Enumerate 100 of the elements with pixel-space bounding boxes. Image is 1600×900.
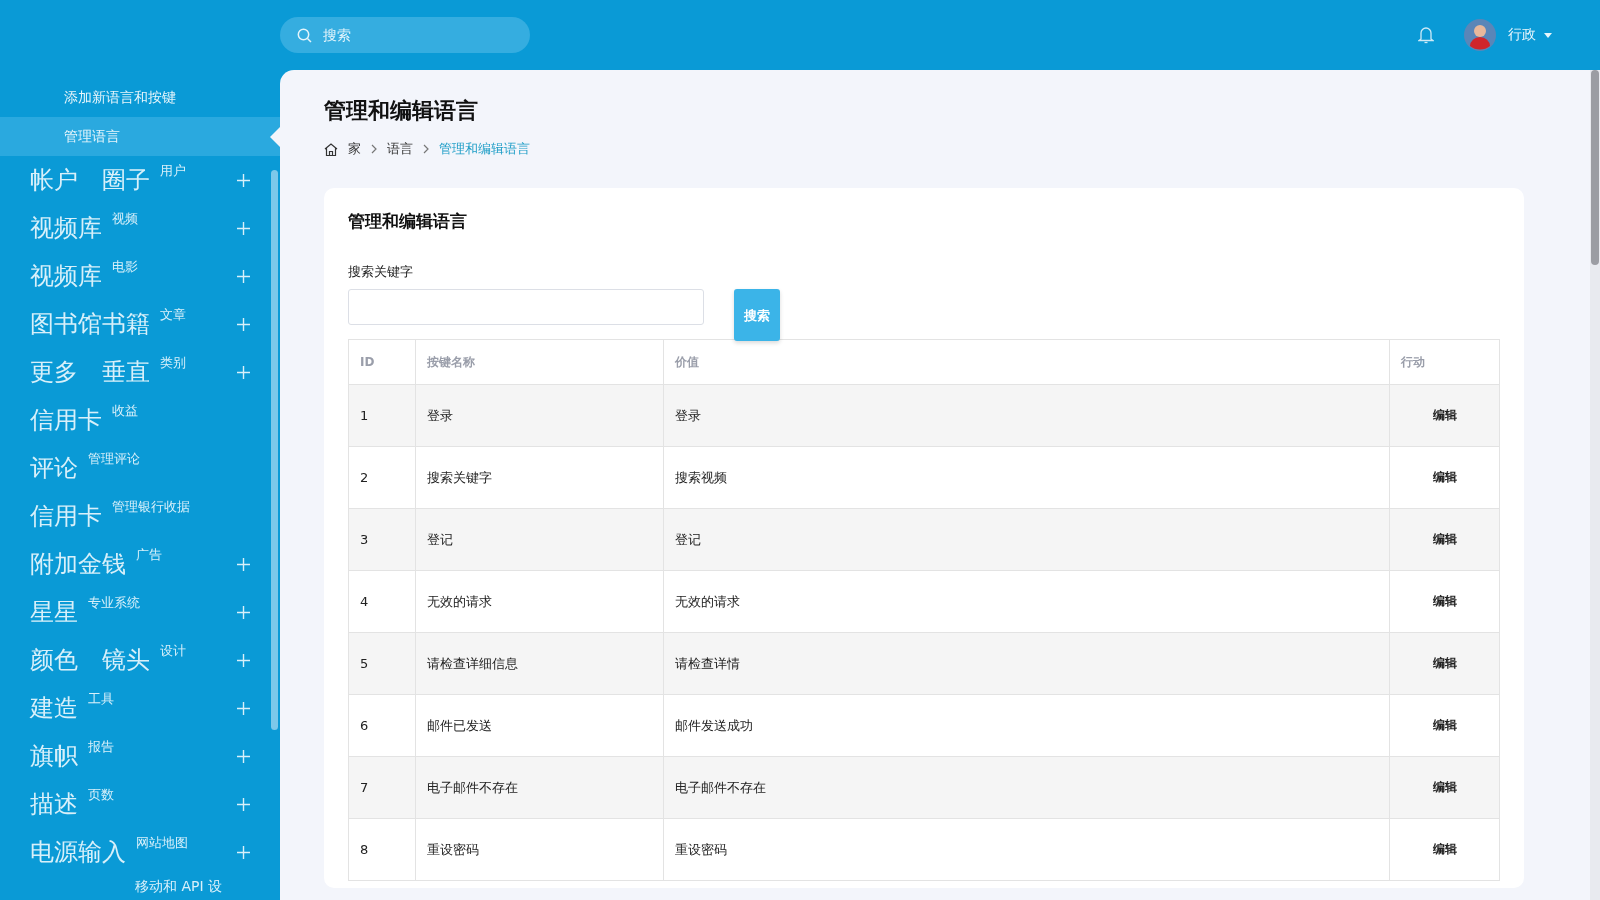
home-icon[interactable]: [324, 142, 338, 156]
column-header: 价值: [663, 339, 1390, 385]
menu-item-caption: 视频: [112, 210, 138, 228]
menu-item-caption: 收益: [112, 402, 138, 420]
breadcrumb-link[interactable]: 管理和编辑语言: [439, 140, 530, 158]
menu-item-caption: 工具: [88, 690, 114, 708]
user-menu[interactable]: 行政: [1508, 26, 1552, 44]
table-cell: 电子邮件不存在: [415, 756, 664, 819]
menu-item-caption: 类别: [160, 354, 187, 372]
table-cell: 5: [348, 632, 416, 695]
column-header: ID: [348, 339, 416, 385]
search-field[interactable]: 搜索: [280, 17, 530, 53]
menu-item[interactable]: 旗帜: [30, 740, 78, 772]
menu-item-caption: 页数: [88, 786, 114, 804]
table-cell: 登录: [415, 384, 664, 447]
column-header: 行动: [1389, 339, 1500, 385]
table-cell: 电子邮件不存在: [663, 756, 1390, 819]
breadcrumb-link[interactable]: 家: [348, 140, 361, 158]
edit-link[interactable]: 编辑: [1432, 780, 1457, 794]
card-title: 管理和编辑语言: [348, 210, 468, 233]
caret-icon: [1544, 32, 1552, 38]
edit-link[interactable]: 编辑: [1432, 718, 1457, 732]
page-title: 管理和编辑语言: [324, 97, 479, 125]
table-cell: 登记: [415, 508, 664, 571]
expand-icon[interactable]: [237, 173, 250, 187]
expand-icon[interactable]: [237, 557, 250, 571]
menu-item-caption: 报告: [88, 738, 114, 756]
breadcrumb-link[interactable]: 语言: [387, 140, 413, 158]
table-cell: 7: [348, 756, 416, 819]
submenu-item[interactable]: 移动和 API 设: [135, 878, 223, 894]
menu-item-caption: 电影: [112, 258, 138, 276]
edit-link[interactable]: 编辑: [1432, 656, 1457, 670]
table-cell: 请检查详细信息: [415, 632, 664, 695]
submenu-item[interactable]: 添加新语言和按键: [0, 78, 280, 117]
menu-item[interactable]: 星星: [30, 596, 78, 628]
avatar[interactable]: [1464, 19, 1496, 51]
menu-item[interactable]: 更多 垂直: [30, 356, 151, 388]
menu-item[interactable]: 信用卡: [30, 500, 102, 532]
table-cell: 1: [348, 384, 416, 447]
table-cell: 邮件发送成功: [663, 694, 1390, 757]
edit-link[interactable]: 编辑: [1432, 842, 1457, 856]
menu-item[interactable]: 颜色 镜头: [30, 644, 151, 676]
table-cell: 邮件已发送: [415, 694, 664, 757]
table-cell: 2: [348, 446, 416, 509]
menu-item[interactable]: 图书馆书籍: [30, 308, 150, 340]
keyword-input[interactable]: [348, 289, 704, 325]
column-header: 按键名称: [415, 339, 664, 385]
submenu-item[interactable]: 管理语言: [0, 117, 280, 156]
expand-icon[interactable]: [237, 605, 250, 619]
edit-link[interactable]: 编辑: [1432, 532, 1457, 546]
scrollbar[interactable]: [1591, 70, 1599, 265]
table-cell: 8: [348, 818, 416, 881]
table-cell: 3: [348, 508, 416, 571]
menu-item[interactable]: 附加金钱: [30, 548, 126, 580]
menu-item-caption: 设计: [160, 642, 187, 660]
expand-icon[interactable]: [237, 845, 250, 859]
table-cell: 搜索关键字: [415, 446, 664, 509]
expand-icon[interactable]: [237, 749, 250, 763]
menu-item-caption: 管理评论: [88, 450, 140, 468]
menu-item-caption: 网站地图: [136, 834, 188, 852]
table-cell: 登录: [663, 384, 1390, 447]
chevron-icon: [371, 144, 377, 154]
expand-icon[interactable]: [237, 269, 250, 283]
expand-icon[interactable]: [237, 653, 250, 667]
table-cell: 4: [348, 570, 416, 633]
menu-item-caption: 专业系统: [88, 594, 140, 612]
menu-item[interactable]: 描述: [30, 788, 78, 820]
menu-item[interactable]: 电源输入: [30, 836, 126, 868]
expand-icon[interactable]: [237, 221, 250, 235]
expand-icon[interactable]: [237, 365, 250, 379]
table-cell: 无效的请求: [415, 570, 664, 633]
edit-link[interactable]: 编辑: [1432, 594, 1457, 608]
expand-icon[interactable]: [237, 797, 250, 811]
menu-item[interactable]: 帐户 圈子: [30, 164, 151, 196]
search-icon: [297, 28, 312, 43]
table-cell: 搜索视频: [663, 446, 1390, 509]
menu-item-caption: 广告: [136, 546, 162, 564]
edit-link[interactable]: 编辑: [1432, 408, 1457, 422]
table-cell: 重设密码: [415, 818, 664, 881]
chevron-icon: [423, 144, 429, 154]
field-label: 搜索关键字: [348, 263, 414, 281]
table-cell: 登记: [663, 508, 1390, 571]
menu-item[interactable]: 视频库: [30, 260, 102, 292]
menu-item[interactable]: 视频库: [30, 212, 102, 244]
table-cell: 重设密码: [663, 818, 1390, 881]
expand-icon[interactable]: [237, 317, 250, 331]
table-cell: 6: [348, 694, 416, 757]
table-cell: 请检查详情: [663, 632, 1390, 695]
menu-item[interactable]: 建造: [30, 692, 78, 724]
search-button[interactable]: 搜索: [734, 289, 780, 341]
menu-item-caption: 文章: [160, 306, 186, 324]
menu-item[interactable]: 信用卡: [30, 404, 102, 436]
menu-item-caption: 管理银行收据: [112, 498, 190, 516]
menu-item[interactable]: 评论: [30, 452, 78, 484]
table-cell: 无效的请求: [663, 570, 1390, 633]
expand-icon[interactable]: [237, 701, 250, 715]
edit-link[interactable]: 编辑: [1432, 470, 1457, 484]
bell-icon[interactable]: [1418, 26, 1434, 44]
menu-item-caption: 用户: [160, 162, 187, 180]
scrollbar[interactable]: [271, 170, 278, 730]
